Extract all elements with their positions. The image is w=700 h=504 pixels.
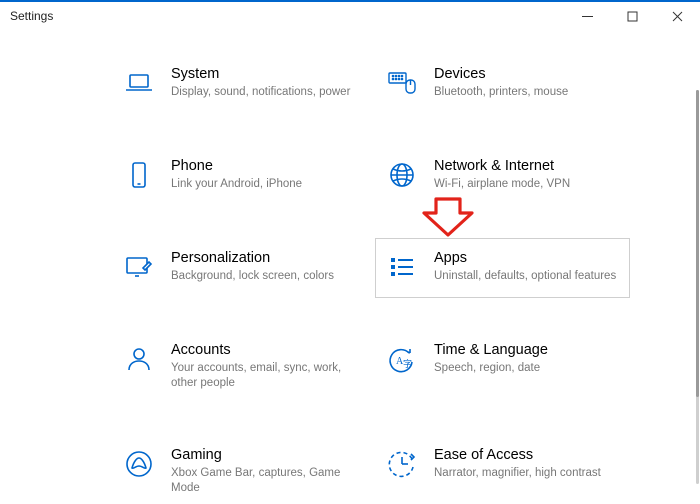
scrollbar[interactable] xyxy=(696,90,699,484)
laptop-icon xyxy=(121,65,157,101)
tile-label: System xyxy=(171,65,354,84)
tile-label: Gaming xyxy=(171,446,354,465)
tile-desc: Wi-Fi, airplane mode, VPN xyxy=(434,177,617,193)
tile-label: Apps xyxy=(434,249,617,268)
time-language-icon: A 字 xyxy=(384,341,420,377)
tile-label: Accounts xyxy=(171,341,354,360)
tile-desc: Speech, region, date xyxy=(434,361,617,377)
tile-desc: Narrator, magnifier, high contrast xyxy=(434,466,617,482)
tile-label: Network & Internet xyxy=(434,157,617,176)
tile-personalization[interactable]: Personalization Background, lock screen,… xyxy=(112,238,367,298)
close-button[interactable] xyxy=(655,2,700,30)
maximize-button[interactable] xyxy=(610,2,655,30)
tile-network[interactable]: Network & Internet Wi-Fi, airplane mode,… xyxy=(375,146,630,206)
devices-icon xyxy=(384,65,420,101)
tile-label: Phone xyxy=(171,157,354,176)
tile-desc: Background, lock screen, colors xyxy=(171,269,354,285)
title-bar: Settings xyxy=(0,0,700,30)
tile-accounts[interactable]: Accounts Your accounts, email, sync, wor… xyxy=(112,330,367,403)
tile-phone[interactable]: Phone Link your Android, iPhone xyxy=(112,146,367,206)
tile-desc: Link your Android, iPhone xyxy=(171,177,354,193)
tile-label: Devices xyxy=(434,65,617,84)
svg-text:字: 字 xyxy=(403,358,412,369)
apps-list-icon xyxy=(384,249,420,285)
tile-desc: Display, sound, notifications, power xyxy=(171,85,354,101)
tile-label: Time & Language xyxy=(434,341,617,360)
tile-label: Ease of Access xyxy=(434,446,617,465)
minimize-button[interactable] xyxy=(565,2,610,30)
window-title: Settings xyxy=(10,9,565,23)
tile-label: Personalization xyxy=(171,249,354,268)
tile-desc: Your accounts, email, sync, work, other … xyxy=(171,361,354,392)
tile-devices[interactable]: Devices Bluetooth, printers, mouse xyxy=(375,54,630,114)
tile-ease-of-access[interactable]: Ease of Access Narrator, magnifier, high… xyxy=(375,435,630,504)
globe-icon xyxy=(384,157,420,193)
tile-gaming[interactable]: Gaming Xbox Game Bar, captures, Game Mod… xyxy=(112,435,367,504)
content-area: System Display, sound, notifications, po… xyxy=(0,30,700,504)
tile-desc: Uninstall, defaults, optional features xyxy=(434,269,617,285)
tile-system[interactable]: System Display, sound, notifications, po… xyxy=(112,54,367,114)
tile-desc: Bluetooth, printers, mouse xyxy=(434,85,617,101)
settings-grid: System Display, sound, notifications, po… xyxy=(0,30,700,504)
gaming-icon xyxy=(121,446,157,482)
phone-icon xyxy=(121,157,157,193)
ease-of-access-icon xyxy=(384,446,420,482)
personalization-icon xyxy=(121,249,157,285)
person-icon xyxy=(121,341,157,377)
tile-time-language[interactable]: A 字 Time & Language Speech, region, date xyxy=(375,330,630,403)
tile-apps[interactable]: Apps Uninstall, defaults, optional featu… xyxy=(375,238,630,298)
tile-desc: Xbox Game Bar, captures, Game Mode xyxy=(171,466,354,497)
